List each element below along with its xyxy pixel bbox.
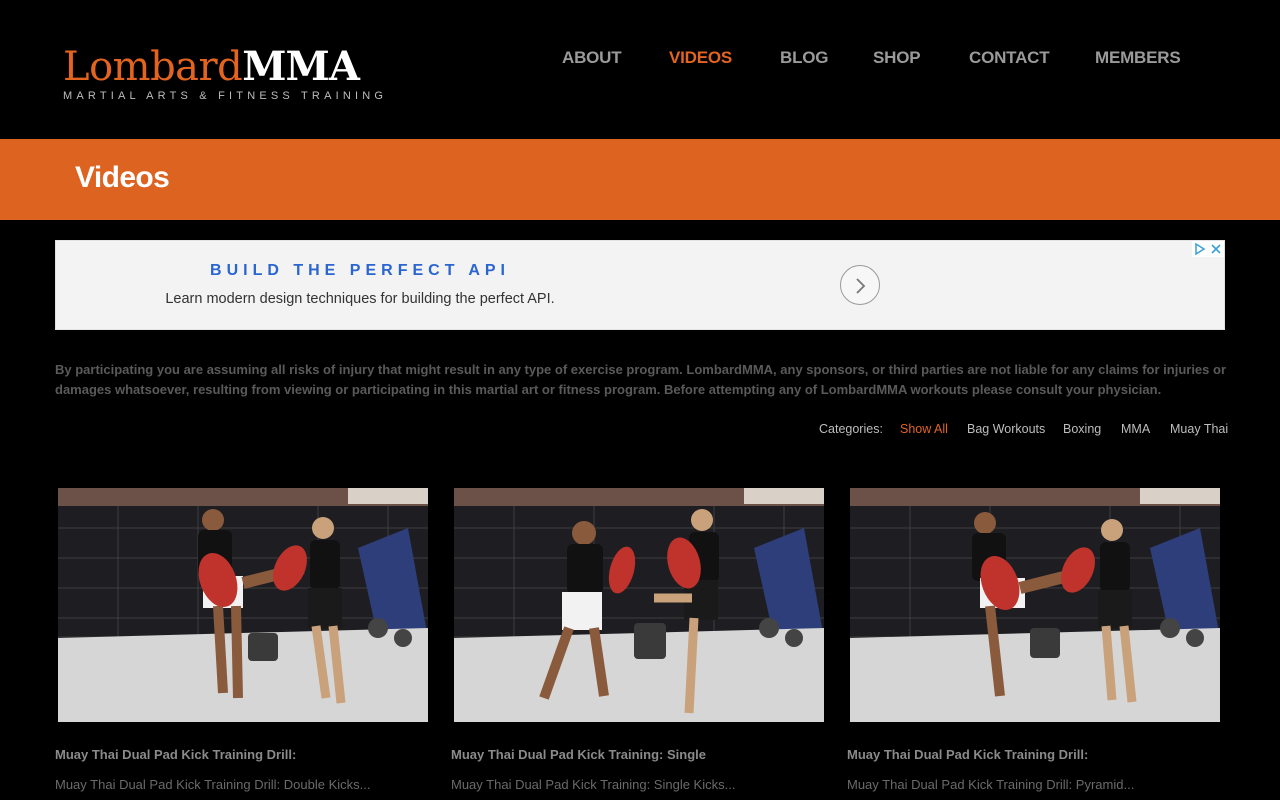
category-boxing[interactable]: Boxing <box>1063 422 1101 436</box>
video-card[interactable]: Muay Thai Dual Pad Kick Training: Single… <box>451 488 826 792</box>
category-bag-workouts[interactable]: Bag Workouts <box>967 422 1045 436</box>
ad-banner[interactable]: BUILD THE PERFECT API Learn modern desig… <box>55 240 1225 330</box>
page-title-bar: Videos <box>0 139 1280 220</box>
ad-subtext[interactable]: Learn modern design techniques for build… <box>56 291 664 307</box>
video-title[interactable]: Muay Thai Dual Pad Kick Training: Single <box>451 747 706 762</box>
category-filter: Categories: Show All Bag Workouts Boxing… <box>0 422 1280 440</box>
chevron-right-icon[interactable] <box>840 265 880 305</box>
nav-item-blog[interactable]: BLOG <box>780 48 829 68</box>
disclaimer-text: By participating you are assuming all ri… <box>55 362 1226 397</box>
site-header: LombardMMA MARTIAL ARTS & FITNESS TRAINI… <box>0 0 1280 139</box>
video-excerpt: Muay Thai Dual Pad Kick Training Drill: … <box>847 777 1135 792</box>
ad-headline[interactable]: BUILD THE PERFECT API <box>56 262 664 280</box>
main-nav: ABOUT VIDEOS BLOG SHOP CONTACT MEMBERS <box>0 48 1280 72</box>
logo-tagline: MARTIAL ARTS & FITNESS TRAINING <box>63 90 388 102</box>
video-card[interactable]: Muay Thai Dual Pad Kick Training Drill: … <box>847 488 1222 792</box>
nav-item-about[interactable]: ABOUT <box>562 48 622 68</box>
category-mma[interactable]: MMA <box>1121 422 1150 436</box>
nav-item-contact[interactable]: CONTACT <box>969 48 1050 68</box>
nav-item-videos[interactable]: VIDEOS <box>669 48 732 68</box>
category-show-all[interactable]: Show All <box>900 422 948 436</box>
ad-choices <box>1192 241 1224 257</box>
video-excerpt: Muay Thai Dual Pad Kick Training: Single… <box>451 777 736 792</box>
page-title: Videos <box>75 161 170 194</box>
video-card[interactable]: Muay Thai Dual Pad Kick Training Drill: … <box>55 488 430 792</box>
video-title[interactable]: Muay Thai Dual Pad Kick Training Drill: <box>55 747 296 762</box>
video-excerpt: Muay Thai Dual Pad Kick Training Drill: … <box>55 777 371 792</box>
nav-item-shop[interactable]: SHOP <box>873 48 921 68</box>
video-title[interactable]: Muay Thai Dual Pad Kick Training Drill: <box>847 747 1088 762</box>
nav-item-members[interactable]: MEMBERS <box>1095 48 1181 68</box>
adchoices-icon[interactable] <box>1192 241 1208 257</box>
video-thumbnail[interactable] <box>454 488 824 722</box>
categories-label: Categories: <box>819 422 883 436</box>
close-icon[interactable] <box>1208 241 1224 257</box>
video-thumbnail[interactable] <box>850 488 1220 722</box>
video-thumbnail[interactable] <box>58 488 428 722</box>
category-muay-thai[interactable]: Muay Thai <box>1170 422 1228 436</box>
